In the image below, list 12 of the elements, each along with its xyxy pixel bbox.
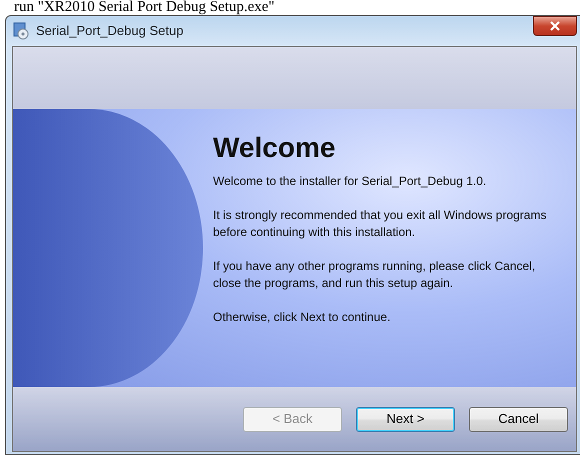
welcome-paragraph: If you have any other programs running, please click Cancel, close the programs, and run this setup again. [213,258,536,292]
wizard-button[interactable]: Cancel [469,406,568,432]
welcome-paragraph: Otherwise, click Next to continue. [213,309,392,326]
close-button[interactable] [533,16,577,36]
window-title: Serial_Port_Debug Setup [36,22,184,40]
document-text: run "XR2010 Serial Port Debug Setup.exe" [13,0,276,15]
welcome-paragraph: Welcome to the installer for Serial_Port_Debug 1.0. [213,173,488,190]
close-icon [550,21,560,31]
installer-disc-icon [12,22,30,40]
welcome-paragraph: It is strongly recommended that you exit all Windows programs before continuing with this installation. [213,207,548,241]
welcome-heading: Welcome [213,131,336,165]
wizard-button[interactable]: Next > [356,406,455,432]
